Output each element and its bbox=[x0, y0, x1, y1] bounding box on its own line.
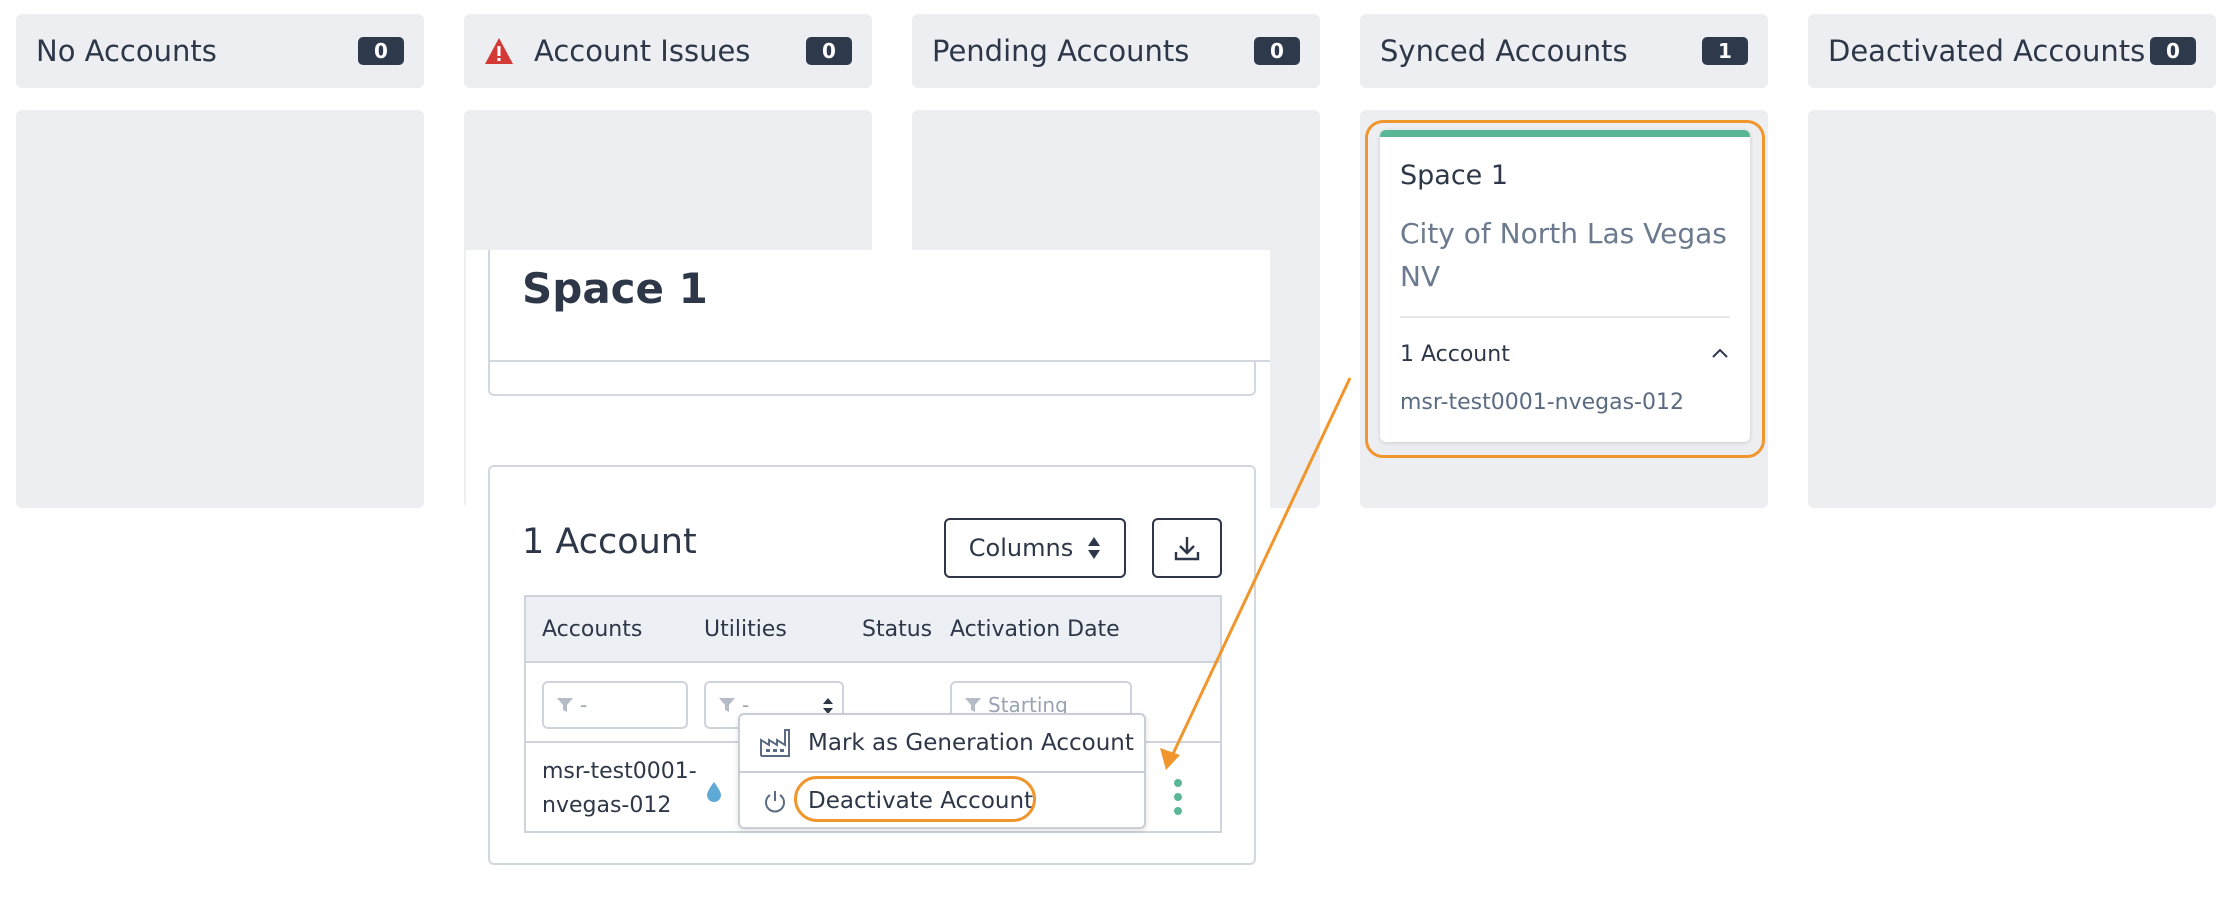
annotation-arrow bbox=[1160, 377, 1352, 770]
